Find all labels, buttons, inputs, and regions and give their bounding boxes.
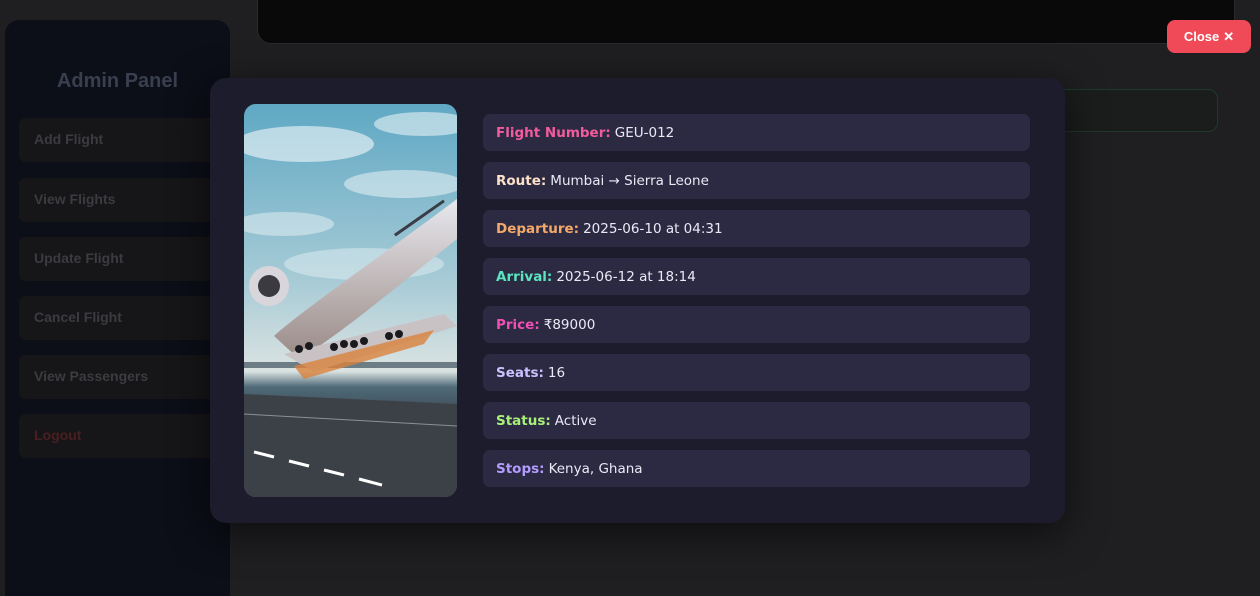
detail-value: 2025-06-10 at 04:31 [583, 220, 723, 237]
sidebar-item-update-flight[interactable]: Update Flight [19, 237, 219, 281]
detail-value: Kenya, Ghana [548, 460, 643, 477]
detail-row-seats: Seats: 16 [483, 354, 1030, 391]
sidebar-item-view-flights[interactable]: View Flights [19, 178, 219, 222]
sidebar-title: Admin Panel [56, 70, 179, 92]
sidebar-item-cancel-flight[interactable]: Cancel Flight [19, 296, 219, 340]
flight-details-list: Flight Number: GEU-012 Route: Mumbai → Sier… [483, 114, 1030, 498]
detail-value: GEU-012 [614, 124, 675, 141]
detail-label: Flight Number: [496, 124, 611, 141]
flight-details-modal: Flight Number: GEU-012 Route: Mumbai → Sier… [210, 78, 1065, 523]
detail-value: 2025-06-12 at 18:14 [556, 268, 696, 285]
sidebar-item-add-flight[interactable]: Add Flight [19, 118, 219, 162]
detail-row-price: Price: ₹89000 [483, 306, 1030, 343]
detail-label: Price: [496, 316, 540, 333]
close-button-label: Close [1183, 29, 1220, 44]
detail-row-route: Route: Mumbai → Sierra Leone [483, 162, 1030, 199]
detail-value: Mumbai → Sierra Leone [550, 172, 709, 189]
detail-label: Departure: [496, 220, 580, 237]
detail-row-status: Status: Active [483, 402, 1030, 439]
background-search-field [1040, 89, 1218, 132]
airplane-icon [244, 104, 457, 497]
detail-label: Status: [496, 412, 551, 429]
top-banner [257, 0, 1235, 44]
detail-label: Stops: [496, 460, 545, 477]
airplane-takeoff-photo [244, 104, 457, 497]
detail-label: Route: [496, 172, 547, 189]
sidebar: Admin Panel Add Flight View Flights Upda… [5, 20, 230, 596]
sidebar-item-logout[interactable]: Logout [19, 414, 219, 458]
close-icon: ✕ [1223, 28, 1235, 44]
detail-row-flight-number: Flight Number: GEU-012 [483, 114, 1030, 151]
detail-value: ₹89000 [543, 316, 596, 333]
detail-row-departure: Departure: 2025-06-10 at 04:31 [483, 210, 1030, 247]
detail-label: Seats: [496, 364, 544, 381]
detail-row-stops: Stops: Kenya, Ghana [483, 450, 1030, 487]
detail-value: Active [554, 412, 597, 429]
detail-value: 16 [547, 364, 566, 381]
detail-row-arrival: Arrival: 2025-06-12 at 18:14 [483, 258, 1030, 295]
close-button[interactable]: Close ✕ [1167, 20, 1251, 53]
sidebar-item-view-passengers[interactable]: View Passengers [19, 355, 219, 399]
detail-label: Arrival: [496, 268, 553, 285]
